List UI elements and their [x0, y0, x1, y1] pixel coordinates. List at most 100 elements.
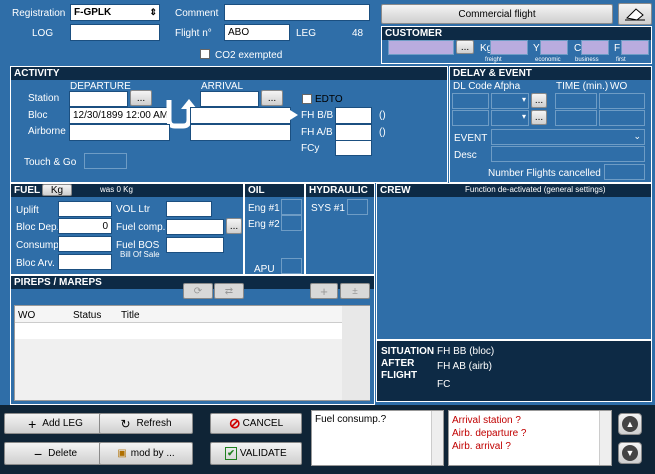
fuel-comp-input[interactable]	[166, 219, 224, 235]
pireps-col-status: Status	[73, 310, 102, 321]
co2-exempted-checkbox[interactable]	[200, 49, 210, 59]
eng1-label: Eng #1	[248, 203, 280, 214]
table-row[interactable]	[15, 323, 342, 339]
bloc-arv-label: Bloc Arv.	[16, 258, 55, 269]
sys1-label: SYS #1	[311, 203, 345, 214]
pireps-col-wo: WO	[18, 310, 36, 321]
arrival-airborne-input[interactable]	[190, 124, 291, 141]
desc-input[interactable]	[491, 146, 645, 162]
add-leg-button[interactable]: + Add LEG	[4, 413, 107, 434]
departure-airborne-input[interactable]	[69, 124, 170, 141]
warnings-scrollbar[interactable]	[599, 411, 611, 465]
fh-bb-suffix: ()	[379, 110, 386, 121]
bloc-dep-input[interactable]: 0	[58, 218, 112, 234]
customer-lookup-button[interactable]: ...	[456, 40, 474, 54]
warnings-box[interactable]: Arrival station ? Airb. departure ? Airb…	[448, 410, 612, 466]
business-input[interactable]	[581, 40, 609, 55]
comment-input[interactable]	[224, 4, 370, 21]
departure-station-input[interactable]	[69, 91, 128, 107]
commercial-flight-button[interactable]: Commercial flight	[381, 4, 613, 24]
f-label: F	[614, 43, 621, 54]
touch-go-input[interactable]	[84, 153, 127, 169]
bloc-arv-input[interactable]	[58, 254, 112, 270]
eraser-button[interactable]	[618, 3, 652, 25]
add-pirep-button[interactable]: +	[310, 283, 338, 299]
fcy-input[interactable]	[335, 140, 372, 156]
refresh-button[interactable]: ↻ Refresh	[99, 413, 193, 434]
log-input[interactable]	[70, 24, 160, 41]
fuel-unit-button[interactable]: Kg	[42, 184, 72, 196]
cancel-button[interactable]: ⊘ CANCEL	[210, 413, 302, 434]
wo-input-1[interactable]	[599, 93, 645, 109]
economic-label: economic	[535, 57, 561, 63]
refresh-pireps-button[interactable]: ⟳	[183, 283, 213, 299]
validate-label: VALIDATE	[239, 448, 287, 459]
y-label: Y	[533, 43, 540, 54]
mod-by-button[interactable]: ▣ mod by ...	[99, 442, 193, 465]
alpha-select-2[interactable]: ▾	[491, 110, 529, 126]
flight-no-label: Flight n°	[175, 28, 212, 39]
apu-input[interactable]	[281, 258, 302, 274]
wo-label: WO	[610, 81, 628, 92]
delete-button[interactable]: − Delete	[4, 442, 107, 465]
fuel-comp-lookup[interactable]: ...	[226, 218, 242, 234]
people-icon: ▣	[117, 448, 127, 459]
scroll-up-button[interactable]: ▲	[618, 413, 642, 435]
fuel-note-box[interactable]: Fuel consump.?	[311, 410, 444, 466]
time-input-1[interactable]	[555, 93, 597, 109]
fuel-bos-input[interactable]	[166, 237, 224, 253]
desc-label: Desc	[454, 150, 477, 161]
wo-input-2[interactable]	[599, 110, 645, 126]
dl-code-input-1[interactable]	[452, 93, 489, 109]
delay-lookup-1[interactable]: ...	[531, 93, 547, 108]
registration-value: F-GPLK	[74, 7, 112, 18]
dl-code-input-2[interactable]	[452, 110, 489, 126]
add-pirep-alt-button[interactable]: ±	[340, 283, 370, 299]
situation-fh-bb: FH BB (bloc)	[437, 346, 495, 357]
customer-input[interactable]	[388, 40, 454, 55]
dl-code-label: DL Code	[453, 81, 493, 92]
departure-station-lookup[interactable]: ...	[130, 90, 152, 106]
add-leg-label: Add LEG	[42, 418, 83, 429]
time-input-2[interactable]	[555, 110, 597, 126]
pireps-scrollbar[interactable]	[342, 306, 370, 400]
activity-title: ACTIVITY	[11, 67, 447, 80]
delay-lookup-2[interactable]: ...	[531, 110, 547, 125]
fh-ab-label: FH A/B	[301, 127, 333, 138]
spinner-icon[interactable]: ⇕	[149, 5, 157, 19]
freight-input[interactable]	[490, 40, 528, 55]
eng2-input[interactable]	[281, 215, 302, 231]
log-label: LOG	[32, 28, 54, 39]
registration-select[interactable]: F-GPLK ⇕	[70, 4, 160, 21]
fuel-note-scrollbar[interactable]	[431, 411, 443, 465]
validate-button[interactable]: ✔ VALIDATE	[210, 442, 302, 465]
uplift-input[interactable]	[58, 201, 112, 217]
eraser-icon	[625, 8, 645, 21]
alpha-select-1[interactable]: ▾	[491, 93, 529, 109]
fh-bb-input[interactable]	[335, 107, 372, 124]
consump-label: Consump.	[16, 240, 62, 251]
departure-bloc-input[interactable]: 12/30/1899 12:00 AM	[69, 107, 170, 124]
flight-no-input[interactable]: ABO	[224, 24, 290, 41]
arrival-bloc-input[interactable]	[190, 107, 291, 124]
flights-cancelled-input[interactable]	[604, 164, 645, 180]
hydraulic-title: HYDRAULIC	[306, 184, 374, 197]
first-input[interactable]	[621, 40, 649, 55]
event-select[interactable]: ⌄	[491, 129, 645, 145]
refresh-label: Refresh	[136, 418, 172, 429]
link-pireps-button[interactable]: ⇄	[214, 283, 244, 299]
fh-ab-input[interactable]	[335, 124, 372, 141]
economic-input[interactable]	[540, 40, 568, 55]
edto-checkbox[interactable]	[302, 94, 312, 104]
crew-panel: CREW	[376, 183, 652, 340]
arrival-station-input[interactable]	[200, 91, 259, 107]
arrival-station-lookup[interactable]: ...	[261, 90, 283, 106]
scroll-down-button[interactable]: ▼	[618, 442, 642, 464]
vol-ltr-input[interactable]	[166, 201, 212, 217]
chevron-down-icon: ▾	[521, 95, 526, 104]
sys1-input[interactable]	[347, 199, 368, 215]
pireps-table[interactable]: WO Status Title	[14, 305, 370, 401]
chevron-down-icon: ▼	[622, 445, 638, 461]
consump-input[interactable]	[58, 236, 112, 252]
eng1-input[interactable]	[281, 199, 302, 215]
